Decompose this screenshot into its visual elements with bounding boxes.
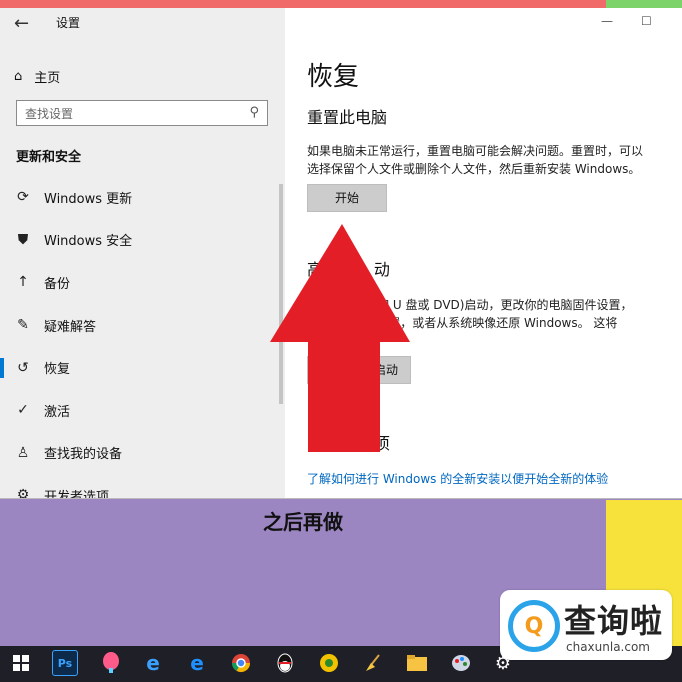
reset-desc-line: 选择保留个人文件或删除个人文件，然后重新安装 Windows。 [307, 162, 641, 176]
section-title: 更新和安全 [16, 150, 82, 165]
sidebar-item-backup[interactable]: ↑ 备份 [0, 261, 285, 304]
reset-heading: 重置此电脑 [307, 108, 388, 127]
upload-arrow-icon: ↑ [17, 274, 29, 291]
sidebar-item-label: 备份 [44, 276, 71, 292]
sidebar-item-label: Windows 安全 [44, 234, 133, 250]
app-title: 设置 [56, 16, 81, 30]
chrome-browser-icon[interactable] [228, 650, 254, 676]
reset-start-button[interactable]: 开始 [307, 184, 387, 212]
sidebar-item-label: 恢复 [44, 362, 71, 378]
desktop-right-green [606, 0, 682, 8]
watermark-domain: chaxunla.com [566, 640, 650, 654]
reset-description: 如果电脑未正常运行，重置电脑可能会解决问题。重置时，可以 选择保留个人文件或删除… [307, 142, 682, 178]
sidebar-item-troubleshoot[interactable]: ✎ 疑难解答 [0, 304, 285, 347]
check-circle-icon: ✓ [17, 402, 29, 419]
sidebar-item-home[interactable]: ⌂ 主页 [14, 64, 60, 88]
person-location-icon: ♙ [16, 444, 30, 461]
shield-icon: ⛊ [17, 231, 29, 248]
fresh-install-link[interactable]: 了解如何进行 Windows 的全新安装以便开始全新的体验 [307, 470, 608, 487]
sidebar-item-find-device[interactable]: ♙ 查找我的设备 [0, 432, 285, 475]
sidebar-item-windows-update[interactable]: ⟳ Windows 更新 [0, 176, 285, 219]
edge-browser-icon[interactable]: e [184, 650, 210, 676]
sidebar-item-label: 疑难解答 [44, 319, 97, 335]
reset-desc-line: 如果电脑未正常运行，重置电脑可能会解决问题。重置时，可以 [307, 144, 644, 158]
page-title: 恢复 [307, 62, 360, 92]
refresh-icon: ⟳ [17, 189, 29, 206]
sidebar-item-windows-security[interactable]: ⛊ Windows 安全 [0, 219, 285, 262]
sidebar-item-label: Windows 更新 [44, 191, 133, 207]
home-label: 主页 [34, 70, 61, 86]
red-arrow-icon [270, 224, 410, 452]
back-arrow-icon[interactable]: ← [14, 13, 29, 34]
developer-icon: ⚙ [16, 487, 30, 498]
windows-start-icon[interactable] [8, 650, 34, 676]
sidebar-item-label: 查找我的设备 [44, 447, 123, 463]
minimize-button[interactable]: — [601, 14, 613, 28]
media-player-icon[interactable] [316, 650, 342, 676]
desktop-top-strip [0, 0, 682, 8]
sidebar-item-activation[interactable]: ✓ 激活 [0, 389, 285, 432]
sidebar-item-label: 开发者选项 [44, 489, 110, 498]
sidebar-item-developer[interactable]: ⚙ 开发者选项 [0, 474, 285, 498]
history-icon: ↺ [17, 359, 29, 376]
watermark: Q 查询啦 chaxunla.com [500, 590, 672, 660]
search-input[interactable]: 查找设置 [25, 105, 73, 122]
broom-cleaner-icon[interactable] [360, 650, 386, 676]
home-icon: ⌂ [14, 68, 23, 84]
ie-browser-icon[interactable]: e [140, 650, 166, 676]
search-box[interactable]: 查找设置 ⚲ [16, 100, 268, 126]
maximize-button[interactable]: ☐ [641, 14, 652, 28]
sidebar-item-label: 激活 [44, 404, 71, 420]
nav-list: ⟳ Windows 更新 ⛊ Windows 安全 ↑ 备份 ✎ 疑难解答 ↺ … [0, 176, 285, 498]
watermark-brand: 查询啦 [564, 602, 664, 640]
search-icon[interactable]: ⚲ [249, 105, 259, 120]
watermark-logo-icon: Q [508, 600, 560, 652]
desktop-caption: 之后再做 [263, 510, 343, 534]
sidebar-item-recovery[interactable]: ↺ 恢复 [0, 346, 285, 389]
sidebar: ← 设置 ⌂ 主页 查找设置 ⚲ 更新和安全 ⟳ Windows 更新 ⛊ Wi… [0, 8, 285, 498]
title-bar: ← 设置 [0, 8, 285, 38]
file-explorer-icon[interactable] [404, 650, 430, 676]
paint-balloon-icon[interactable] [98, 650, 124, 676]
photoshop-icon[interactable]: Ps [52, 650, 78, 676]
wrench-icon: ✎ [17, 317, 29, 334]
paint-palette-icon[interactable] [448, 650, 474, 676]
qq-penguin-icon[interactable] [272, 650, 298, 676]
